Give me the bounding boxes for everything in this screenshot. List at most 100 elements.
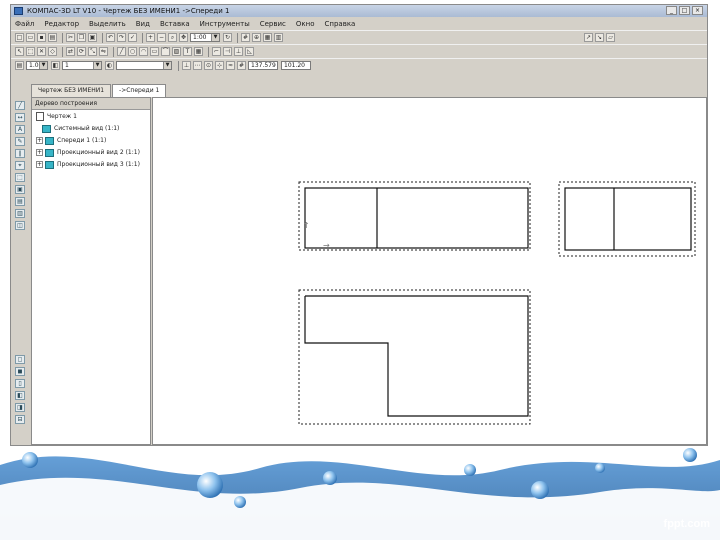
- chamfer-icon[interactable]: ◺: [245, 47, 254, 56]
- menu-item-insert[interactable]: Вставка: [160, 20, 190, 28]
- menu-item-view[interactable]: Вид: [136, 20, 150, 28]
- chevron-down-icon[interactable]: ▼: [163, 62, 171, 69]
- round-icon[interactable]: ≈: [226, 61, 235, 70]
- library-icon[interactable]: ▥: [274, 33, 283, 42]
- zoom-in-icon[interactable]: +: [146, 33, 155, 42]
- dimensions-tool-icon[interactable]: ↔: [15, 113, 25, 122]
- rotate-icon[interactable]: ⟳: [77, 47, 86, 56]
- snap-local-icon[interactable]: ⊙: [204, 61, 213, 70]
- print-icon[interactable]: ▤: [48, 33, 57, 42]
- paste-icon[interactable]: ▣: [88, 33, 97, 42]
- expand-icon[interactable]: +: [36, 137, 43, 144]
- extend-icon[interactable]: ⊣: [223, 47, 232, 56]
- chevron-down-icon[interactable]: ▼: [93, 62, 101, 69]
- chevron-down-icon[interactable]: ▼: [211, 34, 219, 41]
- cut-icon[interactable]: ✂: [66, 33, 75, 42]
- bottom-tool-4-icon[interactable]: ◧: [15, 391, 25, 400]
- reports-tool-icon[interactable]: ▥: [15, 209, 25, 218]
- menu-item-window[interactable]: Окно: [296, 20, 315, 28]
- expand-icon[interactable]: +: [36, 161, 43, 168]
- menu-item-file[interactable]: Файл: [15, 20, 34, 28]
- close-icon[interactable]: ×: [692, 6, 703, 15]
- dimension-tool-icon[interactable]: ↘: [595, 33, 604, 42]
- top-view[interactable]: [298, 289, 531, 425]
- menu-item-select[interactable]: Выделить: [89, 20, 126, 28]
- drawing-canvas[interactable]: ↑ →: [152, 97, 707, 445]
- tree-item[interactable]: + Спереди 1 (1:1): [36, 136, 106, 145]
- mirror-icon[interactable]: ⇋: [99, 47, 108, 56]
- circle-icon[interactable]: ○: [128, 47, 137, 56]
- zoom-window-icon[interactable]: ⌕: [168, 33, 177, 42]
- insert-tool-icon[interactable]: ◫: [15, 221, 25, 230]
- ortho-icon[interactable]: ⊥: [182, 61, 191, 70]
- hatch-icon[interactable]: ▨: [172, 47, 181, 56]
- menu-item-editor[interactable]: Редактор: [44, 20, 79, 28]
- bottom-tool-3-icon[interactable]: ▯: [15, 379, 25, 388]
- state-icon[interactable]: ▤: [15, 61, 24, 70]
- fillet-icon[interactable]: ⌒: [161, 47, 170, 56]
- side-view[interactable]: [558, 181, 696, 257]
- associative-views-icon[interactable]: ▣: [15, 185, 25, 194]
- grid-icon[interactable]: #: [241, 33, 250, 42]
- geometry-tool-icon[interactable]: ╱: [15, 101, 25, 110]
- refresh-icon[interactable]: ↻: [223, 33, 232, 42]
- split-icon[interactable]: ⊥: [234, 47, 243, 56]
- coordinates-icon[interactable]: ⊹: [215, 61, 224, 70]
- measure-icon[interactable]: ↗: [584, 33, 593, 42]
- copy-icon[interactable]: ❐: [77, 33, 86, 42]
- style-combo[interactable]: ▼: [116, 61, 172, 70]
- layers-icon[interactable]: ▦: [263, 33, 272, 42]
- coord-x-field[interactable]: 137.579: [248, 61, 278, 70]
- minimize-icon[interactable]: _: [666, 6, 677, 15]
- selection-tool-icon[interactable]: ⬚: [15, 173, 25, 182]
- select-window-icon[interactable]: ⬚: [26, 47, 35, 56]
- redo-icon[interactable]: ↷: [117, 33, 126, 42]
- line-icon[interactable]: ╱: [117, 47, 126, 56]
- menu-item-help[interactable]: Справка: [325, 20, 356, 28]
- menu-item-tools[interactable]: Инструменты: [200, 20, 250, 28]
- arc-icon[interactable]: ◠: [139, 47, 148, 56]
- expand-icon[interactable]: +: [36, 149, 43, 156]
- step-icon[interactable]: ⋯: [193, 61, 202, 70]
- parametrization-tool-icon[interactable]: ∥: [15, 149, 25, 158]
- tree-item[interactable]: Системный вид (1:1): [42, 124, 119, 133]
- zoom-out-icon[interactable]: −: [157, 33, 166, 42]
- bottom-tool-5-icon[interactable]: ◨: [15, 403, 25, 412]
- grid-snap-icon[interactable]: #: [237, 61, 246, 70]
- trim-icon[interactable]: ⌐: [212, 47, 221, 56]
- menu-item-service[interactable]: Сервис: [260, 20, 286, 28]
- text-icon[interactable]: T: [183, 47, 192, 56]
- tree-root[interactable]: Чертеж 1: [36, 112, 77, 121]
- designations-tool-icon[interactable]: A: [15, 125, 25, 134]
- table-icon[interactable]: ▦: [194, 47, 203, 56]
- spec-tool-icon[interactable]: ▤: [15, 197, 25, 206]
- symbol-tool-icon[interactable]: ▱: [606, 33, 615, 42]
- bottom-tool-2-icon[interactable]: ◼: [15, 367, 25, 376]
- tree-item[interactable]: + Проекционный вид 2 (1:1): [36, 148, 140, 157]
- scale-combo[interactable]: 1:00 ▼: [190, 33, 220, 42]
- open-file-icon[interactable]: ▭: [26, 33, 35, 42]
- undo-icon[interactable]: ↶: [106, 33, 115, 42]
- deselect-icon[interactable]: ✕: [37, 47, 46, 56]
- chevron-down-icon[interactable]: ▼: [39, 62, 47, 69]
- select-icon[interactable]: ↖: [15, 47, 24, 56]
- scale-icon[interactable]: ⤡: [88, 47, 97, 56]
- state-combo-2[interactable]: 1 ▼: [62, 61, 102, 70]
- rectangle-icon[interactable]: ▭: [150, 47, 159, 56]
- state-combo-1[interactable]: 1.0 ▼: [26, 61, 48, 70]
- measure-tool-icon[interactable]: ⌖: [15, 161, 25, 170]
- new-file-icon[interactable]: □: [15, 33, 24, 42]
- save-icon[interactable]: ▪: [37, 33, 46, 42]
- move-icon[interactable]: ⇄: [66, 47, 75, 56]
- tab-drawing[interactable]: Чертеж БЕЗ ИМЕНИ1: [31, 84, 112, 97]
- maximize-icon[interactable]: □: [679, 6, 690, 15]
- layer-icon[interactable]: ◧: [51, 61, 60, 70]
- editing-tool-icon[interactable]: ✎: [15, 137, 25, 146]
- tree-item[interactable]: + Проекционный вид 3 (1:1): [36, 160, 140, 169]
- style-icon[interactable]: ◐: [105, 61, 114, 70]
- snap-icon[interactable]: ⊕: [252, 33, 261, 42]
- bottom-tool-6-icon[interactable]: ⊟: [15, 415, 25, 424]
- properties-icon[interactable]: ✓: [128, 33, 137, 42]
- bottom-tool-1-icon[interactable]: ◻: [15, 355, 25, 364]
- pan-icon[interactable]: ✥: [179, 33, 188, 42]
